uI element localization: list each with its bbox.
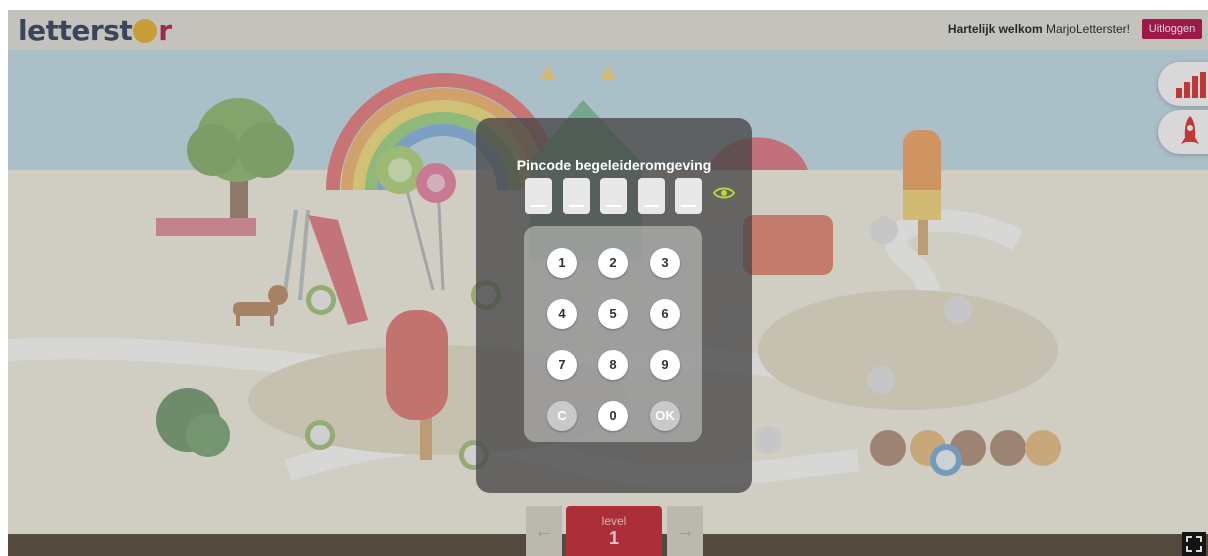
pincode-dialog: Pincode begeleideromgeving 1 2 3 4 5 6 7…: [476, 118, 752, 493]
key-8[interactable]: 8: [598, 350, 628, 380]
key-4[interactable]: 4: [547, 299, 577, 329]
key-3[interactable]: 3: [650, 248, 680, 278]
app-stage: letterst r Hartelijk welkom MarjoLetterst…: [8, 10, 1208, 556]
pin-keypad: 1 2 3 4 5 6 7 8 9 C 0 OK: [524, 226, 702, 442]
pin-digit-2[interactable]: [563, 178, 590, 214]
pincode-title: Pincode begeleideromgeving: [516, 157, 712, 173]
pin-digit-4[interactable]: [638, 178, 665, 214]
pin-digit-3[interactable]: [600, 178, 627, 214]
key-9[interactable]: 9: [650, 350, 680, 380]
key-1[interactable]: 1: [547, 248, 577, 278]
key-7[interactable]: 7: [547, 350, 577, 380]
key-5[interactable]: 5: [598, 299, 628, 329]
key-0[interactable]: 0: [598, 401, 628, 431]
key-6[interactable]: 6: [650, 299, 680, 329]
pin-digit-5[interactable]: [675, 178, 702, 214]
key-clear[interactable]: C: [547, 401, 577, 431]
key-ok[interactable]: OK: [650, 401, 680, 431]
pin-digit-1[interactable]: [525, 178, 552, 214]
key-2[interactable]: 2: [598, 248, 628, 278]
eye-icon[interactable]: [713, 185, 735, 201]
